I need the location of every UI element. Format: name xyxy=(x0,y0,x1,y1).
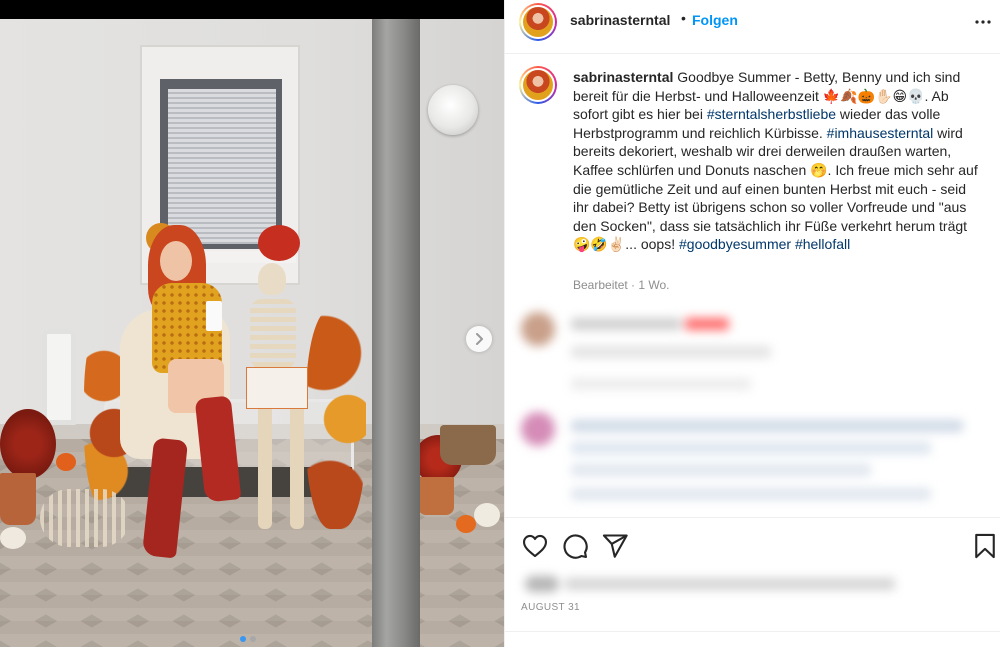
red-flowers xyxy=(258,225,300,261)
window-blinds xyxy=(168,89,276,244)
hashtag-link[interactable]: #imhausesterntal xyxy=(827,125,934,141)
white-lantern xyxy=(42,329,76,425)
mums-left xyxy=(0,409,56,479)
author-username[interactable]: sabrinasterntal xyxy=(570,12,670,28)
action-bar xyxy=(505,517,1000,574)
post-header: sabrinasterntal • Folgen xyxy=(505,0,1000,54)
comment-icon[interactable] xyxy=(561,532,589,560)
comment-line xyxy=(571,442,931,454)
post-panel: sabrinasterntal • Folgen sabrinasterntal… xyxy=(504,0,1000,647)
pot-left xyxy=(0,473,36,525)
skeleton-ribs xyxy=(250,299,296,369)
white-pumpkin xyxy=(474,503,500,527)
wall-lamp xyxy=(428,85,478,135)
chevron-right-icon xyxy=(476,333,483,345)
white-pumpkin xyxy=(0,527,26,549)
comment-line xyxy=(685,318,729,330)
author-avatar[interactable] xyxy=(519,3,557,41)
comment-line xyxy=(571,420,963,432)
comment-line xyxy=(571,346,771,358)
post-date: AUGUST 31 xyxy=(521,602,580,613)
autumn-garland-right xyxy=(306,309,366,529)
hashtag-link[interactable]: #goodbyesummer xyxy=(679,236,791,252)
pumpkin xyxy=(56,453,76,471)
hashtag-link[interactable]: #sterntalsherbstliebe xyxy=(707,106,836,122)
follow-button[interactable]: Folgen xyxy=(692,12,738,28)
more-options-icon[interactable] xyxy=(975,8,991,29)
blurred-likes xyxy=(519,572,899,594)
caption-text: wird bereits dekoriert, weshalb wir drei… xyxy=(573,124,978,253)
caption-avatar[interactable] xyxy=(519,66,557,104)
post-caption: sabrinasterntal Goodbye Summer - Betty, … xyxy=(573,68,985,254)
carousel-dots xyxy=(240,636,256,642)
hashtag-link[interactable]: #hellofall xyxy=(795,236,850,252)
carousel-dot xyxy=(240,636,246,642)
header-separator: • xyxy=(681,10,686,26)
paper-plane-icon[interactable] xyxy=(601,532,629,560)
comment-line xyxy=(571,488,931,500)
carousel-dot xyxy=(250,636,256,642)
coffee-cup xyxy=(206,301,222,331)
comment-line xyxy=(571,318,681,330)
comment-avatar xyxy=(521,412,555,446)
pumpkin xyxy=(456,515,476,533)
next-slide-button[interactable] xyxy=(466,326,492,352)
top-black-bar xyxy=(0,0,504,19)
skeleton-skull xyxy=(258,263,286,295)
edited-timestamp: Bearbeitet · 1 Wo. xyxy=(573,278,670,292)
skeleton-cat xyxy=(40,489,130,547)
woman-face xyxy=(160,241,192,281)
bookmark-icon[interactable] xyxy=(971,532,999,560)
metal-pole xyxy=(372,19,420,647)
post-photo[interactable] xyxy=(0,19,504,647)
add-comment-area[interactable] xyxy=(505,631,1000,648)
donut-box xyxy=(246,367,308,409)
heart-icon[interactable] xyxy=(521,532,549,560)
comment-line xyxy=(571,378,751,390)
pot-right xyxy=(418,477,454,515)
comment-line xyxy=(571,464,871,476)
caption-username[interactable]: sabrinasterntal xyxy=(573,69,673,85)
comment-avatar xyxy=(521,312,555,346)
wood-basket xyxy=(440,425,496,465)
